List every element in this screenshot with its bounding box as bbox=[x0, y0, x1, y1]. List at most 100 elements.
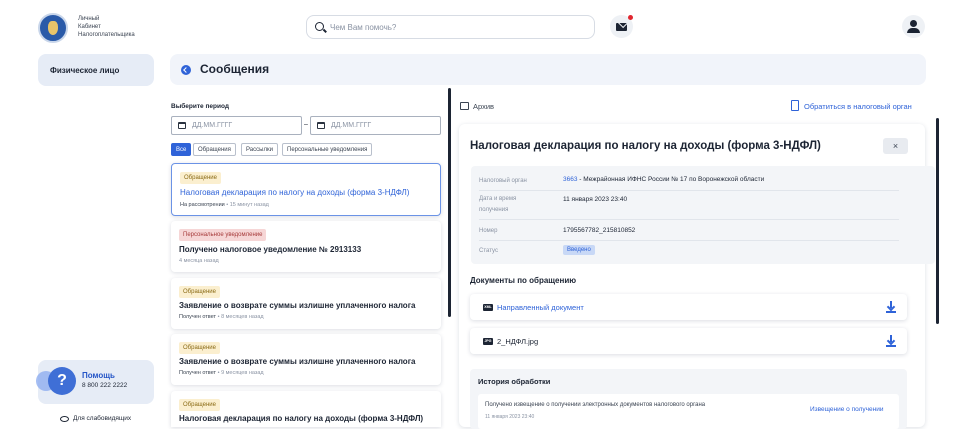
message-badge: Обращение bbox=[179, 342, 220, 354]
date-label-line-2: получения bbox=[479, 207, 509, 213]
message-detail-panel: Налоговая декларация по налогу на доходы… bbox=[459, 124, 935, 429]
search-icon bbox=[315, 22, 324, 31]
message-card[interactable]: Обращение Заявление о возврате суммы изл… bbox=[171, 278, 441, 329]
question-icon: ? bbox=[48, 367, 76, 395]
help-card[interactable]: ? Помощь 8 800 222 2222 bbox=[36, 360, 154, 404]
jpg-file-icon: JPG bbox=[483, 338, 493, 345]
message-card[interactable]: Обращение Заявление о возврате суммы изл… bbox=[171, 334, 441, 385]
close-button[interactable]: × bbox=[883, 138, 908, 154]
logo-line-3: Налогоплательщика bbox=[78, 32, 135, 38]
contact-tax-office-link[interactable]: Обратиться в налоговый орган bbox=[804, 102, 912, 111]
page-title: Сообщения bbox=[200, 62, 270, 76]
calendar-icon bbox=[178, 122, 186, 129]
tax-authority-value: 3663 - Межрайонная ИФНС России № 17 по В… bbox=[563, 176, 764, 183]
filter-chip-all[interactable]: Все bbox=[171, 143, 192, 156]
filter-chip-mailings[interactable]: Рассылки bbox=[241, 143, 278, 156]
date-from-placeholder: ДД.ММ.ГГГГ bbox=[192, 122, 233, 129]
logo-line-2: Кабинет bbox=[78, 24, 101, 30]
user-icon-body bbox=[907, 28, 920, 33]
detail-scrollbar[interactable] bbox=[936, 118, 939, 324]
detail-info-box: Налоговый орган 3663 - Межрайонная ИФНС … bbox=[471, 166, 935, 264]
xml-file-icon: XML bbox=[483, 304, 493, 311]
message-meta: Получен ответ • 9 месяцев назад bbox=[179, 370, 264, 376]
logo-text: Личный Кабинет Налогоплательщика bbox=[78, 15, 148, 39]
download-icon-base bbox=[886, 311, 896, 313]
status-badge: Введено bbox=[563, 245, 595, 255]
date-label-line-1: Дата и время bbox=[479, 196, 517, 202]
divider bbox=[479, 219, 899, 220]
date-from-field[interactable]: ДД.ММ.ГГГГ bbox=[171, 116, 302, 135]
date-value: 11 января 2023 23:40 bbox=[563, 196, 628, 203]
archive-link[interactable]: Архив bbox=[473, 102, 494, 111]
message-time: 8 месяцев назад bbox=[221, 314, 264, 320]
document-name[interactable]: 2_НДФЛ.jpg bbox=[497, 337, 538, 346]
download-icon-base bbox=[886, 345, 896, 347]
search-input[interactable] bbox=[330, 20, 580, 35]
profile-button[interactable] bbox=[902, 15, 925, 38]
user-icon bbox=[910, 20, 917, 27]
message-badge: Персональное уведомление bbox=[179, 229, 267, 241]
status-label: Статус bbox=[479, 248, 498, 254]
date-range-dash: – bbox=[304, 121, 308, 128]
date-label: Дата и время получения bbox=[479, 194, 516, 216]
history-item: Получено извещение о получении электронн… bbox=[478, 394, 899, 429]
message-badge: Обращение bbox=[180, 172, 221, 184]
eye-icon bbox=[60, 416, 69, 422]
tax-authority-name: - Межрайонная ИФНС России № 17 по Вороне… bbox=[577, 176, 765, 183]
document-link[interactable]: Направленный документ bbox=[497, 303, 584, 312]
help-phone: 8 800 222 2222 bbox=[82, 382, 128, 389]
message-status: Получен ответ bbox=[179, 314, 217, 320]
list-scrollbar[interactable] bbox=[448, 88, 451, 317]
history-time: 11 января 2023 23:40 bbox=[485, 414, 535, 420]
accessibility-link[interactable]: Для слабовидящих bbox=[73, 415, 131, 422]
message-title: Получено налоговое уведомление № 2913133 bbox=[179, 245, 362, 254]
message-title: Заявление о возврате суммы излишне уплач… bbox=[179, 301, 416, 310]
message-badge: Обращение bbox=[179, 286, 220, 298]
history-section: История обработки Получено извещение о п… bbox=[470, 369, 907, 429]
sidebar-item-individual[interactable]: Физическое лицо bbox=[38, 54, 154, 86]
status-value: Введено bbox=[563, 245, 595, 255]
archive-icon bbox=[460, 102, 469, 110]
document-item[interactable]: XML Направленный документ bbox=[470, 294, 907, 320]
back-arrow-icon[interactable] bbox=[181, 65, 191, 75]
help-title: Помощь bbox=[82, 371, 115, 380]
message-title: Налоговая декларация по налогу на доходы… bbox=[180, 188, 410, 197]
divider bbox=[479, 240, 899, 241]
filter-chip-appeals[interactable]: Обращения bbox=[193, 143, 236, 156]
page-header: Сообщения bbox=[170, 54, 926, 85]
message-status: Получен ответ bbox=[179, 370, 217, 376]
history-text: Получено извещение о получении электронн… bbox=[485, 402, 706, 408]
filter-chip-personal[interactable]: Персональные уведомления bbox=[282, 143, 373, 156]
calendar-icon bbox=[317, 122, 325, 129]
message-card[interactable]: Обращение Налоговая декларация по налогу… bbox=[171, 391, 441, 427]
document-icon bbox=[791, 100, 799, 111]
history-title: История обработки bbox=[478, 377, 551, 386]
number-value: 1795567782_215810852 bbox=[563, 227, 636, 234]
history-receipt-link[interactable]: Извещение о получении bbox=[810, 406, 884, 413]
search-box[interactable] bbox=[306, 15, 595, 39]
mail-icon bbox=[616, 23, 627, 31]
logo-line-1: Личный bbox=[78, 16, 100, 22]
message-time: 4 месяца назад bbox=[179, 258, 219, 264]
message-status: На рассмотрении bbox=[180, 202, 225, 208]
documents-title: Документы по обращению bbox=[470, 276, 577, 285]
notification-dot bbox=[628, 15, 633, 20]
date-to-placeholder: ДД.ММ.ГГГГ bbox=[331, 122, 372, 129]
period-label: Выберите период bbox=[171, 103, 229, 110]
message-time: 15 минут назад bbox=[229, 202, 269, 208]
message-card[interactable]: Обращение Налоговая декларация по налогу… bbox=[171, 163, 441, 216]
message-card[interactable]: Персональное уведомление Получено налого… bbox=[171, 221, 441, 272]
message-badge: Обращение bbox=[179, 399, 220, 411]
message-title: Налоговая декларация по налогу на доходы… bbox=[179, 414, 424, 423]
message-meta: На рассмотрении • 15 минут назад bbox=[180, 202, 269, 208]
message-meta: 4 месяца назад bbox=[179, 258, 219, 264]
document-item[interactable]: JPG 2_НДФЛ.jpg bbox=[470, 328, 907, 354]
fns-logo[interactable] bbox=[38, 13, 68, 43]
message-meta: Получен ответ • 8 месяцев назад bbox=[179, 314, 264, 320]
date-to-field[interactable]: ДД.ММ.ГГГГ bbox=[310, 116, 441, 135]
tax-authority-code-link[interactable]: 3663 bbox=[563, 176, 577, 183]
detail-title: Налоговая декларация по налогу на доходы… bbox=[470, 140, 821, 152]
number-label: Номер bbox=[479, 228, 498, 234]
divider bbox=[479, 190, 899, 191]
message-time: 9 месяцев назад bbox=[221, 370, 264, 376]
